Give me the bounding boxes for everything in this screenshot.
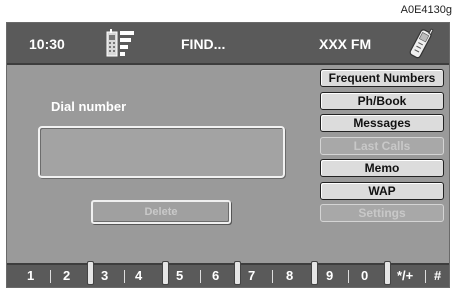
menu-wap[interactable]: WAP [320,181,444,200]
key-3[interactable]: 3 [101,268,108,283]
keypad-grip [384,261,391,285]
keypad-bar: 1 2 3 4 5 6 7 8 9 0 */+ # [7,261,449,287]
key-divider [272,270,273,283]
figure-code: A0E4130g [400,4,452,16]
phone-menu: Frequent Numbers Ph/Book Messages Last C… [320,69,444,227]
radio-station-label[interactable]: XXX FM [319,36,371,52]
key-0[interactable]: 0 [361,268,368,283]
key-9[interactable]: 9 [326,268,333,283]
key-divider [348,270,349,283]
keypad-grip [162,261,169,285]
find-label[interactable]: FIND... [181,36,225,52]
status-bar: 10:30 FIND... XXX FM [7,23,449,65]
menu-memo[interactable]: Memo [320,159,444,177]
key-6[interactable]: 6 [212,268,219,283]
key-1[interactable]: 1 [27,268,34,283]
dial-number-label: Dial number [51,99,127,114]
key-7[interactable]: 7 [248,268,255,283]
keypad-grip [234,261,241,285]
clock: 10:30 [29,36,65,52]
key-star-plus[interactable]: */+ [397,268,413,283]
navigator-screen: 10:30 FIND... XXX FM Dial number Delete … [6,22,450,288]
dial-number-field[interactable] [38,126,285,178]
key-hash[interactable]: # [434,268,441,283]
key-divider [50,270,51,283]
delete-button[interactable]: Delete [91,200,231,224]
key-2[interactable]: 2 [63,268,70,283]
key-divider [200,270,201,283]
menu-phonebook[interactable]: Ph/Book [320,91,444,110]
key-5[interactable]: 5 [176,268,183,283]
keypad-grip [87,261,94,285]
menu-settings[interactable]: Settings [320,204,444,222]
keypad-grip [311,261,318,285]
key-4[interactable]: 4 [135,268,142,283]
menu-frequent-numbers[interactable]: Frequent Numbers [320,69,444,87]
mobile-phone-icon[interactable] [407,26,435,62]
signal-strength-icon [103,27,137,59]
key-8[interactable]: 8 [286,268,293,283]
key-divider [425,270,426,283]
menu-messages[interactable]: Messages [320,114,444,132]
key-divider [124,270,125,283]
menu-last-calls[interactable]: Last Calls [320,136,444,155]
